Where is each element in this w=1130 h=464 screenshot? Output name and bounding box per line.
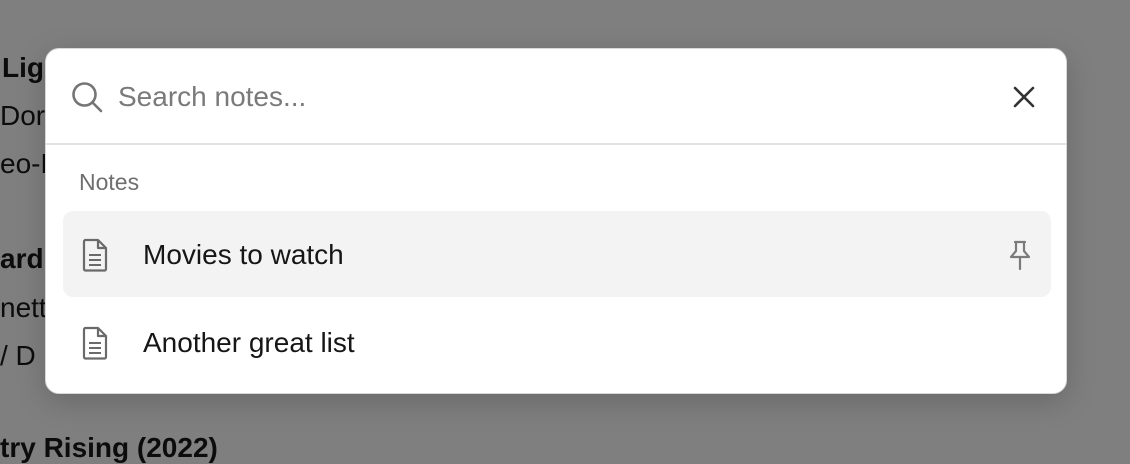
search-input[interactable] — [118, 75, 978, 119]
document-icon — [82, 326, 108, 360]
search-dialog: Notes Movies to watch Another great list — [45, 48, 1067, 394]
note-title: Movies to watch — [143, 239, 344, 270]
pin-icon[interactable] — [1005, 239, 1035, 271]
search-bar — [46, 49, 1066, 145]
section-label: Notes — [79, 169, 140, 195]
note-item-another-great-list[interactable]: Another great list — [63, 299, 1051, 385]
close-icon[interactable] — [1008, 81, 1040, 113]
note-title: Another great list — [143, 327, 355, 358]
note-item-movies-to-watch[interactable]: Movies to watch — [63, 211, 1051, 297]
search-icon — [72, 82, 103, 113]
document-icon — [82, 238, 108, 272]
